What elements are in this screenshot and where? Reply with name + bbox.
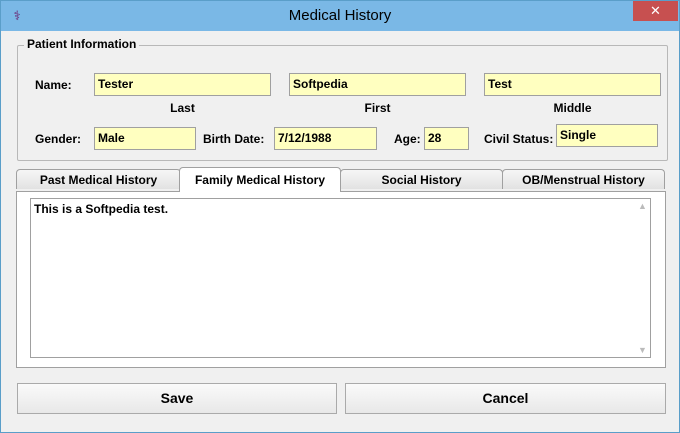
client-area: Patient Information Name: Tester Softped… xyxy=(9,31,671,424)
tab-panel: This is a Softpedia test. ▲ ▼ xyxy=(16,191,666,368)
scroll-down-icon[interactable]: ▼ xyxy=(638,345,647,355)
age-label: Age: xyxy=(394,132,421,146)
vertical-scrollbar[interactable]: ▲ ▼ xyxy=(634,199,650,357)
history-textarea[interactable]: This is a Softpedia test. ▲ ▼ xyxy=(30,198,651,358)
first-name-field[interactable]: Softpedia xyxy=(289,73,466,96)
title-bar[interactable]: ⚕ Medical History ✕ xyxy=(1,1,679,31)
tab-ob-menstrual-history[interactable]: OB/Menstrual History xyxy=(502,169,665,189)
group-title: Patient Information xyxy=(24,37,140,51)
birth-date-label: Birth Date: xyxy=(203,132,265,146)
gender-label: Gender: xyxy=(35,132,82,146)
middle-name-field[interactable]: Test xyxy=(484,73,661,96)
tab-social-history[interactable]: Social History xyxy=(340,169,503,189)
patient-information-group: Patient Information Name: Tester Softped… xyxy=(17,37,668,161)
close-button[interactable]: ✕ xyxy=(633,1,678,21)
cancel-button[interactable]: Cancel xyxy=(345,383,666,414)
civil-status-field[interactable]: Single xyxy=(556,124,658,147)
gender-field[interactable]: Male xyxy=(94,127,196,150)
last-caption: Last xyxy=(170,101,195,115)
scroll-up-icon[interactable]: ▲ xyxy=(638,201,647,211)
age-field[interactable]: 28 xyxy=(424,127,469,150)
history-text: This is a Softpedia test. xyxy=(34,202,169,216)
tab-family-medical-history[interactable]: Family Medical History xyxy=(179,167,341,192)
last-name-field[interactable]: Tester xyxy=(94,73,271,96)
history-tabs: Past Medical History Family Medical Hist… xyxy=(16,167,666,192)
first-caption: First xyxy=(364,101,391,115)
name-label: Name: xyxy=(35,78,72,92)
birth-date-field[interactable]: 7/12/1988 xyxy=(274,127,377,150)
save-button[interactable]: Save xyxy=(17,383,337,414)
civil-status-label: Civil Status: xyxy=(484,132,554,146)
window-title: Medical History xyxy=(288,7,392,24)
medical-history-window: ⚕ Medical History ✕ Patient Information … xyxy=(0,0,680,433)
middle-caption: Middle xyxy=(553,101,592,115)
tab-past-medical-history[interactable]: Past Medical History xyxy=(16,169,181,189)
